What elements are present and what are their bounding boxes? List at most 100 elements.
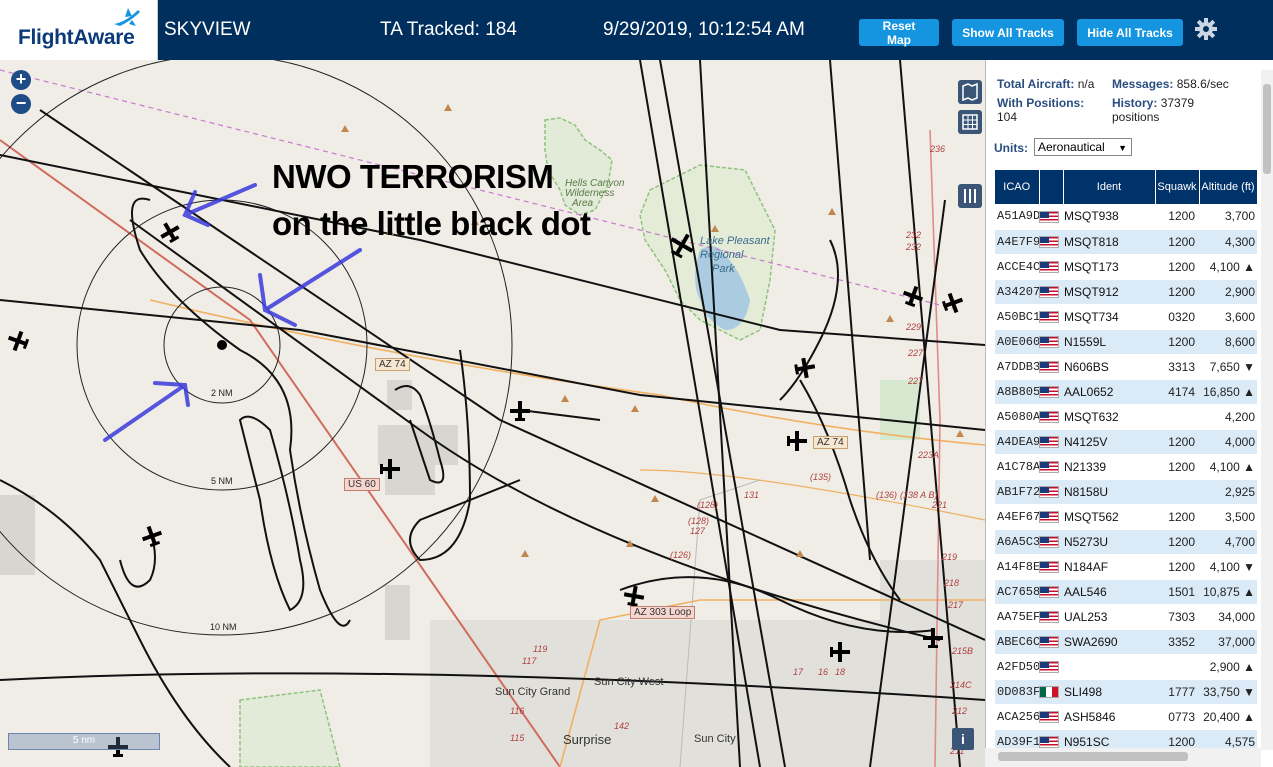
flag-usa-icon	[1039, 661, 1059, 674]
altitude-cell: 7,650 ▼	[1199, 354, 1257, 380]
sidebar-scrollbar-thumb[interactable]	[1263, 84, 1271, 174]
place-label-surprise: Surprise	[563, 732, 612, 747]
flag-cell	[1039, 329, 1063, 355]
flag-usa-icon	[1039, 386, 1059, 399]
col-header-flag[interactable]	[1039, 170, 1064, 204]
flag-cell	[1039, 354, 1063, 380]
icao-cell: A4EF67	[995, 504, 1039, 530]
table-row[interactable]: 0D083F SLI498 1777 33,750 ▼	[995, 679, 1257, 705]
flag-usa-icon	[1039, 736, 1059, 749]
ident-cell: AAL0652	[1063, 379, 1155, 405]
route-number: 232	[906, 242, 922, 252]
positions-stat: With Positions: 104	[997, 96, 1084, 124]
squawk-cell: 1200	[1155, 254, 1199, 280]
flag-usa-icon	[1039, 261, 1059, 274]
route-number: 221	[932, 500, 948, 510]
route-number: 119	[533, 644, 548, 654]
route-number: 227	[908, 348, 924, 358]
flag-usa-icon	[1039, 361, 1059, 374]
table-row[interactable]: ACA256 ASH5846 0773 20,400 ▲	[995, 704, 1257, 730]
squawk-cell: 1200	[1155, 429, 1199, 455]
col-header-ident[interactable]: Ident	[1063, 170, 1156, 204]
flag-usa-icon	[1039, 711, 1059, 724]
squawk-cell	[1155, 654, 1199, 680]
icao-cell: A0E060	[995, 329, 1039, 355]
squawk-cell: 1200	[1155, 329, 1199, 355]
grey-block-5	[385, 585, 410, 640]
route-number: 142	[614, 721, 630, 731]
map-layers-icon[interactable]	[958, 80, 982, 104]
squawk-cell: 1501	[1155, 579, 1199, 605]
table-row[interactable]: A14F8E N184AF 1200 4,100 ▼	[995, 554, 1257, 580]
place-label-sun-city: Sun City	[694, 733, 736, 745]
flag-cell	[1039, 254, 1063, 280]
table-row[interactable]: A2FD50 2,900 ▲	[995, 654, 1257, 680]
flightaware-logo[interactable]: FlightAware	[0, 0, 158, 60]
table-row[interactable]: ACCE4C MSQT173 1200 4,100 ▲	[995, 254, 1257, 280]
table-row[interactable]: A34207 MSQT912 1200 2,900	[995, 279, 1257, 305]
ident-cell: SWA2690	[1063, 629, 1155, 655]
route-number: 223A	[918, 450, 940, 460]
route-number: 131	[744, 490, 760, 500]
table-row[interactable]: A4EF67 MSQT562 1200 3,500	[995, 504, 1257, 530]
table-row[interactable]: A4E7F9 MSQT818 1200 4,300	[995, 229, 1257, 255]
tracked-count: TA Tracked: 184	[380, 19, 517, 40]
messages-stat: Messages: 858.6/sec	[1112, 77, 1229, 91]
table-row[interactable]: A50BC1 MSQT734 0320 3,600	[995, 304, 1257, 330]
zoom-out-button[interactable]: −	[11, 94, 31, 114]
ident-cell: N8158U	[1063, 479, 1155, 505]
table-row[interactable]: AB1F72 N8158U 2,925	[995, 479, 1257, 505]
icao-cell: ACA256	[995, 704, 1039, 730]
table-row[interactable]: ABEC6C SWA2690 3352 37,000	[995, 629, 1257, 655]
table-row[interactable]: A6A5C3 N5273U 1200 4,700	[995, 529, 1257, 555]
show-all-tracks-button[interactable]: Show All Tracks	[952, 19, 1064, 46]
table-row[interactable]: AA75EF UAL253 7303 34,000	[995, 604, 1257, 630]
columns-icon	[964, 189, 976, 203]
table-row[interactable]: A8B805 AAL0652 4174 16,850 ▲	[995, 379, 1257, 405]
table-row[interactable]: A4DEA9 N4125V 1200 4,000	[995, 429, 1257, 455]
altitude-cell: 20,400 ▲	[1199, 704, 1257, 730]
table-row[interactable]: A0E060 N1559L 1200 8,600	[995, 329, 1257, 355]
positions-value: 104	[997, 110, 1018, 124]
ident-cell	[1063, 654, 1155, 680]
icao-cell: AA75EF	[995, 604, 1039, 630]
squawk-cell: 7303	[1155, 604, 1199, 630]
map-view[interactable]: 2 NM 5 NM 10 NM Hells Canyon Wilderness …	[0, 60, 985, 767]
ring-label-5nm: 5 NM	[211, 476, 233, 486]
ring-label-2nm: 2 NM	[211, 388, 233, 398]
scale-bar: 5 nm	[8, 733, 160, 750]
squawk-cell	[1155, 479, 1199, 505]
positions-label: With Positions:	[997, 96, 1085, 110]
col-header-altitude[interactable]: Altitude (ft)	[1199, 170, 1258, 204]
table-row[interactable]: A7DDB3 N606BS 3313 7,650 ▼	[995, 354, 1257, 380]
squawk-cell: 1200	[1155, 504, 1199, 530]
sidebar-toggle-icon[interactable]	[958, 184, 982, 208]
history-value: 37379	[1160, 96, 1195, 110]
grey-block-4	[0, 495, 35, 575]
table-row[interactable]: A1C78A N21339 1200 4,100 ▲	[995, 454, 1257, 480]
grid-toggle-icon[interactable]	[958, 110, 982, 134]
zoom-in-button[interactable]: +	[11, 70, 31, 90]
altitude-cell: 34,000	[1199, 604, 1257, 630]
route-number: 116	[510, 706, 525, 716]
squawk-cell: 3313	[1155, 354, 1199, 380]
col-header-icao[interactable]: ICAO	[995, 170, 1040, 204]
info-button[interactable]: i	[952, 728, 974, 750]
reset-map-button[interactable]: Reset Map	[859, 19, 939, 47]
gear-icon[interactable]	[1194, 17, 1218, 41]
table-row[interactable]: A5080A MSQT632 4,200	[995, 404, 1257, 430]
units-select[interactable]: Aeronautical	[1034, 138, 1132, 156]
icao-cell: A50BC1	[995, 304, 1039, 330]
table-row[interactable]: A51A9D MSQT938 1200 3,700	[995, 204, 1257, 230]
icao-cell: ACCE4C	[995, 254, 1039, 280]
sidebar-scrollbar-h-thumb[interactable]	[998, 752, 1188, 761]
altitude-cell: 2,900	[1199, 279, 1257, 305]
hide-all-tracks-button[interactable]: Hide All Tracks	[1077, 19, 1183, 46]
icao-cell: A6A5C3	[995, 529, 1039, 555]
grid-icon	[962, 114, 978, 130]
route-number: 218	[944, 578, 960, 588]
col-header-squawk[interactable]: Squawk	[1155, 170, 1200, 204]
icao-cell: A51A9D	[995, 204, 1039, 230]
route-number: 217	[948, 600, 964, 610]
table-row[interactable]: AC7658 AAL546 1501 10,875 ▲	[995, 579, 1257, 605]
